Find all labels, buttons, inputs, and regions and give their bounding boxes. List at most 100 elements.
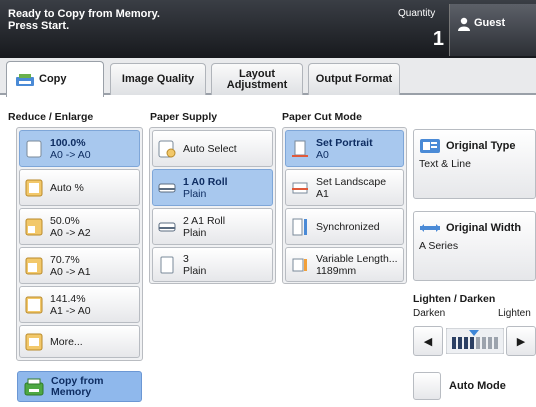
reduce-option-text: 70.7% A0 -> A1	[50, 254, 91, 278]
auto-reduce-icon	[25, 179, 43, 196]
more-icon	[25, 333, 43, 350]
cut-option-title: Variable Length...	[316, 252, 398, 265]
reduce-option-141[interactable]: 141.4% A1 -> A0	[19, 286, 140, 323]
darken-arrow-button[interactable]: ◀	[413, 326, 443, 356]
reduce-option-sizes: A1 -> A0	[50, 304, 91, 317]
paper-option-title: Auto Select	[183, 142, 237, 155]
cut-option-title: Synchronized	[316, 220, 380, 233]
right-arrow-icon: ▶	[516, 335, 526, 348]
reduce-option-100[interactable]: 100.0% A0 -> A0	[19, 130, 140, 167]
synchronized-cut-icon	[292, 218, 307, 235]
reduce-option-auto[interactable]: Auto %	[19, 169, 140, 206]
roll-paper-icon	[158, 222, 176, 231]
reduce-option-more[interactable]: More...	[19, 325, 140, 358]
tab-output-format-label: Output Format	[315, 73, 393, 85]
roll-paper-icon	[158, 183, 176, 192]
cut-set-landscape[interactable]: Set Landscape A1	[285, 169, 404, 206]
reduce-option-value: 70.7%	[50, 253, 80, 266]
reduce-option-value: 50.0%	[50, 214, 80, 227]
reduce-icon	[25, 218, 43, 235]
reduce-option-value: 100.0%	[50, 136, 86, 149]
density-slider[interactable]	[446, 328, 504, 354]
reduce-enlarge-label: Reduce / Enlarge	[8, 111, 94, 123]
reduce-enlarge-group: 100.0% A0 -> A0 Auto % 50.0% A0 -> A2 70…	[16, 127, 143, 361]
cut-option-text: Synchronized	[316, 221, 380, 233]
paper-option-type: Plain	[183, 187, 207, 200]
reduce-option-value: 141.4%	[50, 292, 86, 305]
lighten-arrow-button[interactable]: ▶	[506, 326, 536, 356]
paper-supply-label: Paper Supply	[150, 111, 218, 123]
reduce-option-70[interactable]: 70.7% A0 -> A1	[19, 247, 140, 284]
paper-option-title: 3	[183, 252, 189, 265]
paper-cut-mode-label: Paper Cut Mode	[282, 111, 362, 123]
reduce-option-text: 100.0% A0 -> A0	[50, 137, 91, 161]
copier-icon	[24, 378, 44, 396]
quantity-value[interactable]: 1	[424, 28, 444, 51]
auto-mode-label: Auto Mode	[449, 380, 506, 392]
darken-label: Darken	[413, 308, 446, 319]
guest-button[interactable]: Guest	[449, 4, 536, 56]
reduce-option-sizes: A0 -> A0	[50, 148, 91, 161]
cut-set-portrait[interactable]: Set Portrait A0	[285, 130, 404, 167]
paper-tray-3[interactable]: 3 Plain	[152, 247, 273, 282]
original-width-button[interactable]: Original Width A Series	[413, 211, 536, 281]
left-arrow-icon: ◀	[423, 335, 433, 348]
lighten-label: Lighten	[498, 308, 531, 319]
paper-auto-select[interactable]: Auto Select	[152, 130, 273, 167]
reduce-option-text: 50.0% A0 -> A2	[50, 215, 91, 239]
paper-option-type: Plain	[183, 226, 207, 239]
original-width-title: Original Width	[446, 222, 522, 234]
paper-option-title: 1 A0 Roll	[183, 175, 228, 188]
document-icon	[26, 140, 42, 157]
original-type-title: Original Type	[446, 140, 516, 152]
cut-option-title: Set Portrait	[316, 136, 373, 149]
paper-option-text: 1 A0 Roll Plain	[183, 176, 228, 200]
reduce-option-text: 141.4% A1 -> A0	[50, 293, 91, 317]
cut-option-text: Variable Length... 1189mm	[316, 253, 398, 277]
status-message: Ready to Copy from Memory. Press Start.	[8, 8, 160, 32]
auto-mode-checkbox[interactable]	[413, 372, 441, 400]
tab-copy-label: Copy	[39, 73, 67, 85]
tab-layout-adjustment[interactable]: Layout Adjustment	[211, 63, 303, 95]
lighten-darken-label: Lighten / Darken	[413, 293, 496, 305]
copier-icon	[16, 73, 34, 86]
cut-option-text: Set Portrait A0	[316, 137, 373, 161]
tab-bar: Copy Image Quality Layout Adjustment Out…	[0, 58, 536, 97]
paper-tray-icon	[158, 140, 176, 157]
cut-option-size: 1189mm	[316, 264, 357, 277]
cut-option-size: A1	[316, 187, 329, 200]
tab-layout-label: Layout Adjustment	[226, 68, 288, 91]
copy-from-memory-line2: Memory	[51, 386, 92, 398]
original-type-icon	[420, 139, 440, 153]
reduce-icon	[25, 257, 43, 274]
reduce-option-value: More...	[50, 335, 83, 348]
landscape-cut-icon	[292, 182, 308, 193]
tab-output-format[interactable]: Output Format	[308, 63, 400, 95]
reduce-option-sizes: A0 -> A1	[50, 265, 91, 278]
reduce-option-sizes: A0 -> A2	[50, 226, 91, 239]
copy-from-memory-label: Copy from Memory	[51, 376, 104, 398]
cut-variable-length[interactable]: Variable Length... 1189mm	[285, 247, 404, 282]
reduce-option-text: More...	[50, 336, 83, 348]
status-line-1: Ready to Copy from Memory.	[8, 8, 160, 20]
tab-copy[interactable]: Copy	[6, 61, 104, 97]
paper-option-text: 2 A1 Roll Plain	[183, 215, 225, 239]
sheet-paper-icon	[160, 256, 174, 273]
enlarge-icon	[25, 296, 43, 313]
paper-option-text: Auto Select	[183, 143, 237, 155]
paper-tray-1[interactable]: 1 A0 Roll Plain	[152, 169, 273, 206]
copy-from-memory-button[interactable]: Copy from Memory	[17, 371, 142, 402]
cut-option-size: A0	[316, 148, 329, 161]
paper-option-title: 2 A1 Roll	[183, 214, 226, 227]
reduce-option-text: Auto %	[50, 182, 84, 194]
reduce-option-50[interactable]: 50.0% A0 -> A2	[19, 208, 140, 245]
cut-synchronized[interactable]: Synchronized	[285, 208, 404, 245]
original-type-button[interactable]: Original Type Text & Line	[413, 129, 536, 199]
paper-tray-2[interactable]: 2 A1 Roll Plain	[152, 208, 273, 245]
tab-layout-label-line2: Adjustment	[226, 78, 288, 91]
quantity-label: Quantity	[398, 8, 436, 19]
reduce-option-value: Auto %	[50, 181, 84, 194]
paper-supply-group: Auto Select 1 A0 Roll Plain 2 A1 Roll Pl…	[149, 127, 276, 284]
header-bar: Ready to Copy from Memory. Press Start. …	[0, 0, 536, 58]
tab-image-quality[interactable]: Image Quality	[110, 63, 206, 95]
